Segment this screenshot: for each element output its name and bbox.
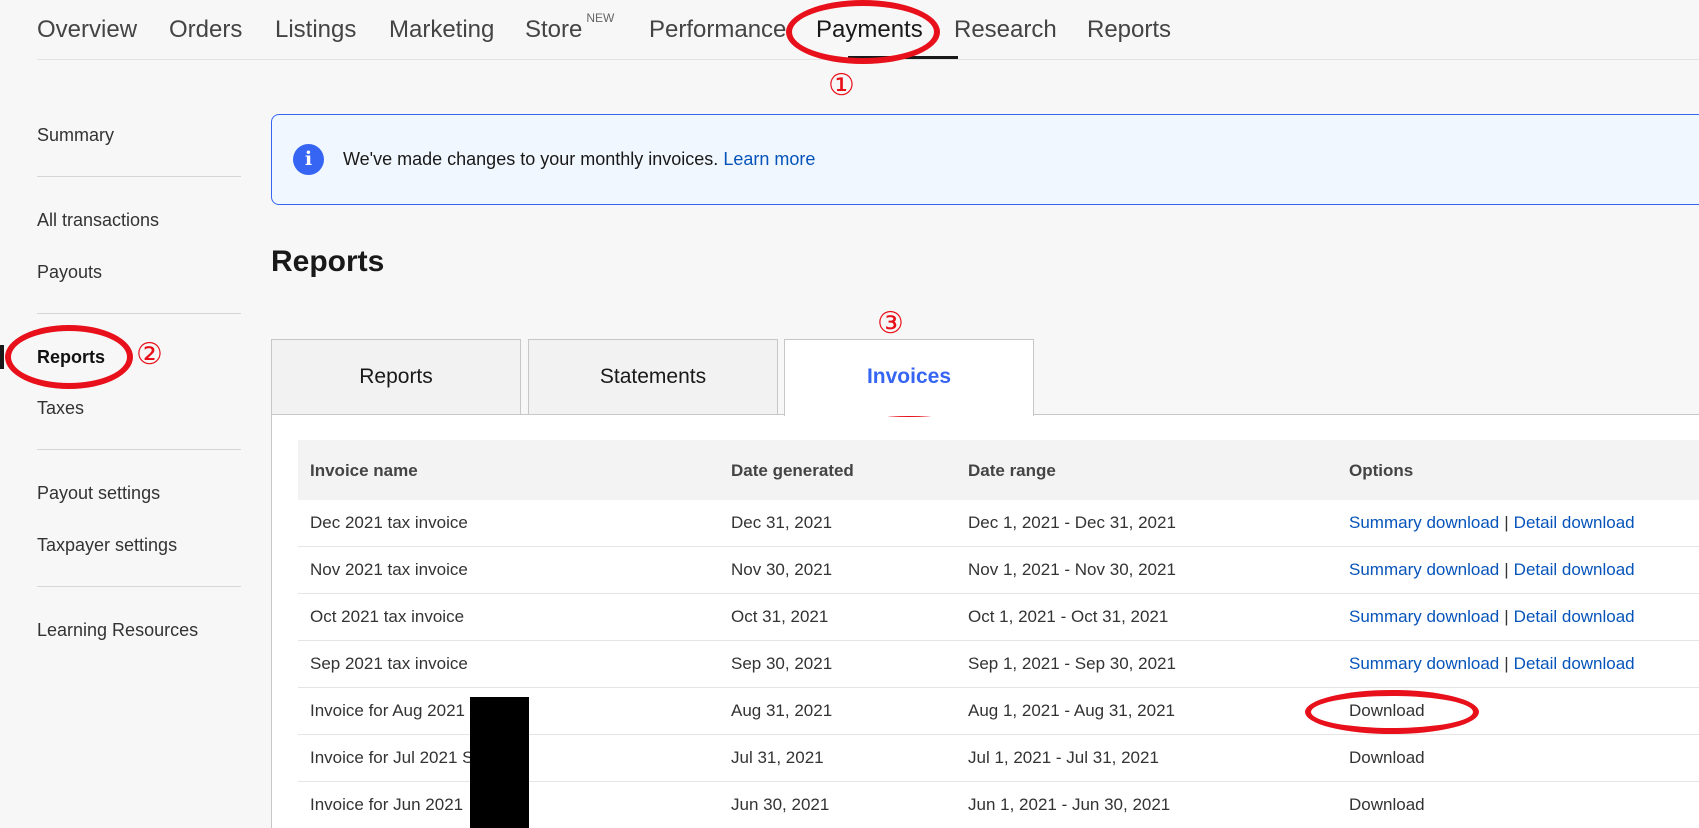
- options-cell: Summary download | Detail download: [1349, 513, 1635, 533]
- nav-payments[interactable]: Payments: [816, 16, 923, 44]
- download-link[interactable]: Download: [1349, 748, 1425, 768]
- info-banner: i We've made changes to your monthly inv…: [271, 114, 1699, 205]
- table-row: Oct 2021 tax invoice Oct 31, 2021 Oct 1,…: [298, 594, 1699, 641]
- link-separator: |: [1504, 560, 1509, 579]
- summary-download-link[interactable]: Summary download: [1349, 560, 1499, 579]
- invoice-name: Dec 2021 tax invoice: [310, 513, 468, 532]
- date-range: Nov 1, 2021 - Nov 30, 2021: [968, 560, 1176, 579]
- download-link[interactable]: Download: [1349, 795, 1425, 815]
- annotation-step-1: ①: [828, 68, 855, 103]
- date-generated: Jul 31, 2021: [731, 748, 824, 767]
- column-header-invoice-name: Invoice name: [310, 461, 418, 480]
- table-row: Sep 2021 tax invoice Sep 30, 2021 Sep 1,…: [298, 641, 1699, 688]
- summary-download-link[interactable]: Summary download: [1349, 607, 1499, 626]
- tab-statements[interactable]: Statements: [528, 339, 778, 415]
- banner-message: We've made changes to your monthly invoi…: [343, 149, 815, 170]
- sidebar-item-learning-resources[interactable]: Learning Resources: [37, 620, 198, 641]
- options-cell: Summary download | Detail download: [1349, 654, 1635, 674]
- sidebar-divider: [37, 176, 241, 177]
- download-link[interactable]: Download: [1349, 701, 1425, 721]
- info-icon: i: [293, 144, 324, 175]
- redaction-block: [470, 697, 529, 828]
- table-row: Nov 2021 tax invoice Nov 30, 2021 Nov 1,…: [298, 547, 1699, 594]
- page-title: Reports: [271, 245, 385, 278]
- options-cell: Summary download | Detail download: [1349, 560, 1635, 580]
- top-navigation: Overview Orders Listings Marketing Store…: [37, 0, 1699, 60]
- link-separator: |: [1504, 654, 1509, 673]
- nav-store-label: Store: [525, 16, 583, 43]
- date-generated: Nov 30, 2021: [731, 560, 833, 579]
- table-row: Dec 2021 tax invoice Dec 31, 2021 Dec 1,…: [298, 500, 1699, 547]
- invoice-name: Oct 2021 tax invoice: [310, 607, 465, 626]
- nav-active-indicator: [848, 56, 958, 59]
- invoice-name: Nov 2021 tax invoice: [310, 560, 468, 579]
- tab-invoices[interactable]: Invoices: [784, 339, 1034, 416]
- date-range: Sep 1, 2021 - Sep 30, 2021: [968, 654, 1176, 673]
- tab-reports[interactable]: Reports: [271, 339, 521, 415]
- column-header-options: Options: [1349, 461, 1414, 480]
- date-range: Oct 1, 2021 - Oct 31, 2021: [968, 607, 1169, 626]
- date-generated: Sep 30, 2021: [731, 654, 833, 673]
- nav-research[interactable]: Research: [954, 16, 1057, 44]
- sidebar-divider: [37, 313, 241, 314]
- annotation-step-3: ③: [877, 306, 904, 341]
- nav-performance[interactable]: Performance: [649, 16, 786, 44]
- nav-store[interactable]: Store NEW: [525, 11, 614, 44]
- date-range: Dec 1, 2021 - Dec 31, 2021: [968, 513, 1176, 532]
- summary-download-link[interactable]: Summary download: [1349, 513, 1499, 532]
- date-range: Jul 1, 2021 - Jul 31, 2021: [968, 748, 1159, 767]
- sidebar-item-reports[interactable]: Reports: [37, 347, 105, 368]
- sidebar-divider: [37, 449, 241, 450]
- nav-reports[interactable]: Reports: [1087, 16, 1171, 44]
- sidebar-active-indicator: [0, 345, 4, 369]
- date-range: Jun 1, 2021 - Jun 30, 2021: [968, 795, 1171, 814]
- date-generated: Aug 31, 2021: [731, 701, 833, 720]
- link-separator: |: [1504, 513, 1509, 532]
- sidebar-item-taxpayer-settings[interactable]: Taxpayer settings: [37, 535, 177, 556]
- column-header-date-range: Date range: [968, 461, 1056, 480]
- summary-download-link[interactable]: Summary download: [1349, 654, 1499, 673]
- sidebar-item-payouts[interactable]: Payouts: [37, 262, 102, 283]
- column-header-date-generated: Date generated: [731, 461, 854, 480]
- date-generated: Oct 31, 2021: [731, 607, 829, 626]
- table-header: Invoice name Date generated Date range O…: [298, 440, 1699, 500]
- link-separator: |: [1504, 607, 1509, 626]
- learn-more-link[interactable]: Learn more: [723, 149, 815, 169]
- detail-download-link[interactable]: Detail download: [1514, 513, 1635, 532]
- invoice-name: Invoice for Jun 2021: [310, 795, 464, 814]
- detail-download-link[interactable]: Detail download: [1514, 654, 1635, 673]
- detail-download-link[interactable]: Detail download: [1514, 560, 1635, 579]
- sidebar-item-payout-settings[interactable]: Payout settings: [37, 483, 160, 504]
- nav-listings[interactable]: Listings: [275, 16, 356, 44]
- nav-marketing[interactable]: Marketing: [389, 16, 494, 44]
- date-generated: Jun 30, 2021: [731, 795, 830, 814]
- new-badge: NEW: [586, 11, 615, 25]
- sidebar-item-summary[interactable]: Summary: [37, 125, 114, 146]
- nav-overview[interactable]: Overview: [37, 16, 137, 44]
- sidebar-divider: [37, 586, 241, 587]
- sidebar-item-all-transactions[interactable]: All transactions: [37, 210, 159, 231]
- date-generated: Dec 31, 2021: [731, 513, 833, 532]
- invoice-name: Sep 2021 tax invoice: [310, 654, 468, 673]
- invoice-name: Invoice for Jul 2021 S: [310, 748, 474, 767]
- invoice-name: Invoice for Aug 2021: [310, 701, 466, 720]
- annotation-step-2: ②: [136, 337, 163, 372]
- date-range: Aug 1, 2021 - Aug 31, 2021: [968, 701, 1176, 720]
- sidebar-item-taxes[interactable]: Taxes: [37, 398, 84, 419]
- banner-text: We've made changes to your monthly invoi…: [343, 149, 719, 169]
- detail-download-link[interactable]: Detail download: [1514, 607, 1635, 626]
- nav-orders[interactable]: Orders: [169, 16, 242, 44]
- options-cell: Summary download | Detail download: [1349, 607, 1635, 627]
